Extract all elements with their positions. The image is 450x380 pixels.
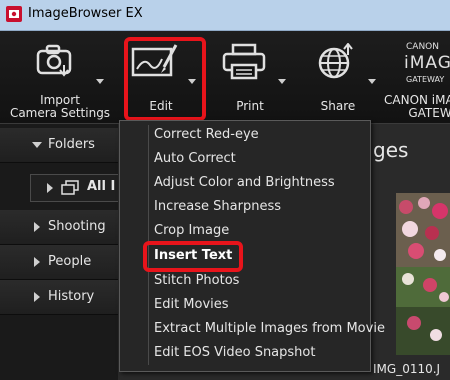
chevron-right-icon xyxy=(34,222,40,232)
share-button[interactable]: Share xyxy=(296,31,380,123)
print-label: Print xyxy=(236,99,264,113)
title-bar[interactable]: ImageBrowser EX xyxy=(0,0,450,31)
history-label: History xyxy=(48,289,95,304)
import-label-line2: Camera Settings xyxy=(9,106,111,120)
folder-stack-icon xyxy=(61,180,79,195)
menu-item-edit-movies[interactable]: Edit Movies xyxy=(154,294,229,316)
folders-label: Folders xyxy=(48,137,95,152)
camera-import-icon xyxy=(36,44,72,77)
menu-item-increase-sharpness[interactable]: Increase Sharpness xyxy=(154,196,281,218)
share-label: Share xyxy=(320,99,356,113)
gateway-logo-line1: CANON xyxy=(406,42,439,52)
gateway-logo-line2: iMAGE xyxy=(404,53,450,73)
gateway-logo-line3: GATEWAY xyxy=(406,75,445,84)
insert-text-highlight-box xyxy=(143,241,243,272)
edit-highlight-box xyxy=(124,37,206,121)
app-window: ImageBrowser EX Import Camera Settings E… xyxy=(0,0,450,380)
window-title: ImageBrowser EX xyxy=(28,6,143,21)
gateway-label-line2: GATEWAY xyxy=(408,106,450,120)
chevron-down-icon xyxy=(368,79,376,84)
menu-item-extract-images-from-movie[interactable]: Extract Multiple Images from Movie xyxy=(154,318,385,340)
people-section[interactable]: People xyxy=(0,245,118,280)
menu-item-crop-image[interactable]: Crop Image xyxy=(154,220,229,242)
menu-item-stitch-photos[interactable]: Stitch Photos xyxy=(154,270,239,292)
people-label: People xyxy=(48,254,92,269)
chevron-right-icon xyxy=(34,292,40,302)
menu-item-correct-red-eye[interactable]: Correct Red-eye xyxy=(154,124,259,146)
all-folders-item[interactable]: All I xyxy=(30,174,120,202)
print-button[interactable]: Print xyxy=(210,31,290,123)
toolbar: Import Camera Settings Edit Print Share … xyxy=(0,31,450,124)
menu-item-auto-correct[interactable]: Auto Correct xyxy=(154,148,236,170)
menu-item-adjust-color-brightness[interactable]: Adjust Color and Brightness xyxy=(154,172,335,194)
main-title: ges xyxy=(373,138,409,162)
chevron-down-icon xyxy=(32,142,42,148)
app-icon xyxy=(6,6,22,22)
chevron-down-icon xyxy=(96,79,104,84)
shooting-label: Shooting xyxy=(48,219,106,234)
all-folders-label: All I xyxy=(87,179,116,194)
chevron-right-icon xyxy=(34,257,40,267)
canon-image-gateway-button[interactable]: CANON iMAGE GATEWAY CANON iMAGE GATEWAY xyxy=(384,31,450,123)
chevron-right-icon xyxy=(47,183,53,193)
menu-item-edit-eos-video-snapshot[interactable]: Edit EOS Video Snapshot xyxy=(154,342,315,364)
thumbnail-image[interactable] xyxy=(396,193,450,355)
shooting-section[interactable]: Shooting xyxy=(0,210,118,245)
folders-section[interactable]: Folders xyxy=(0,128,118,163)
chevron-down-icon xyxy=(278,79,286,84)
globe-share-icon xyxy=(318,43,353,79)
printer-icon xyxy=(222,43,266,80)
thumbnail-caption: IMG_0110.J xyxy=(373,362,441,376)
history-section[interactable]: History xyxy=(0,280,118,315)
import-button[interactable]: Import Camera Settings xyxy=(4,31,116,123)
